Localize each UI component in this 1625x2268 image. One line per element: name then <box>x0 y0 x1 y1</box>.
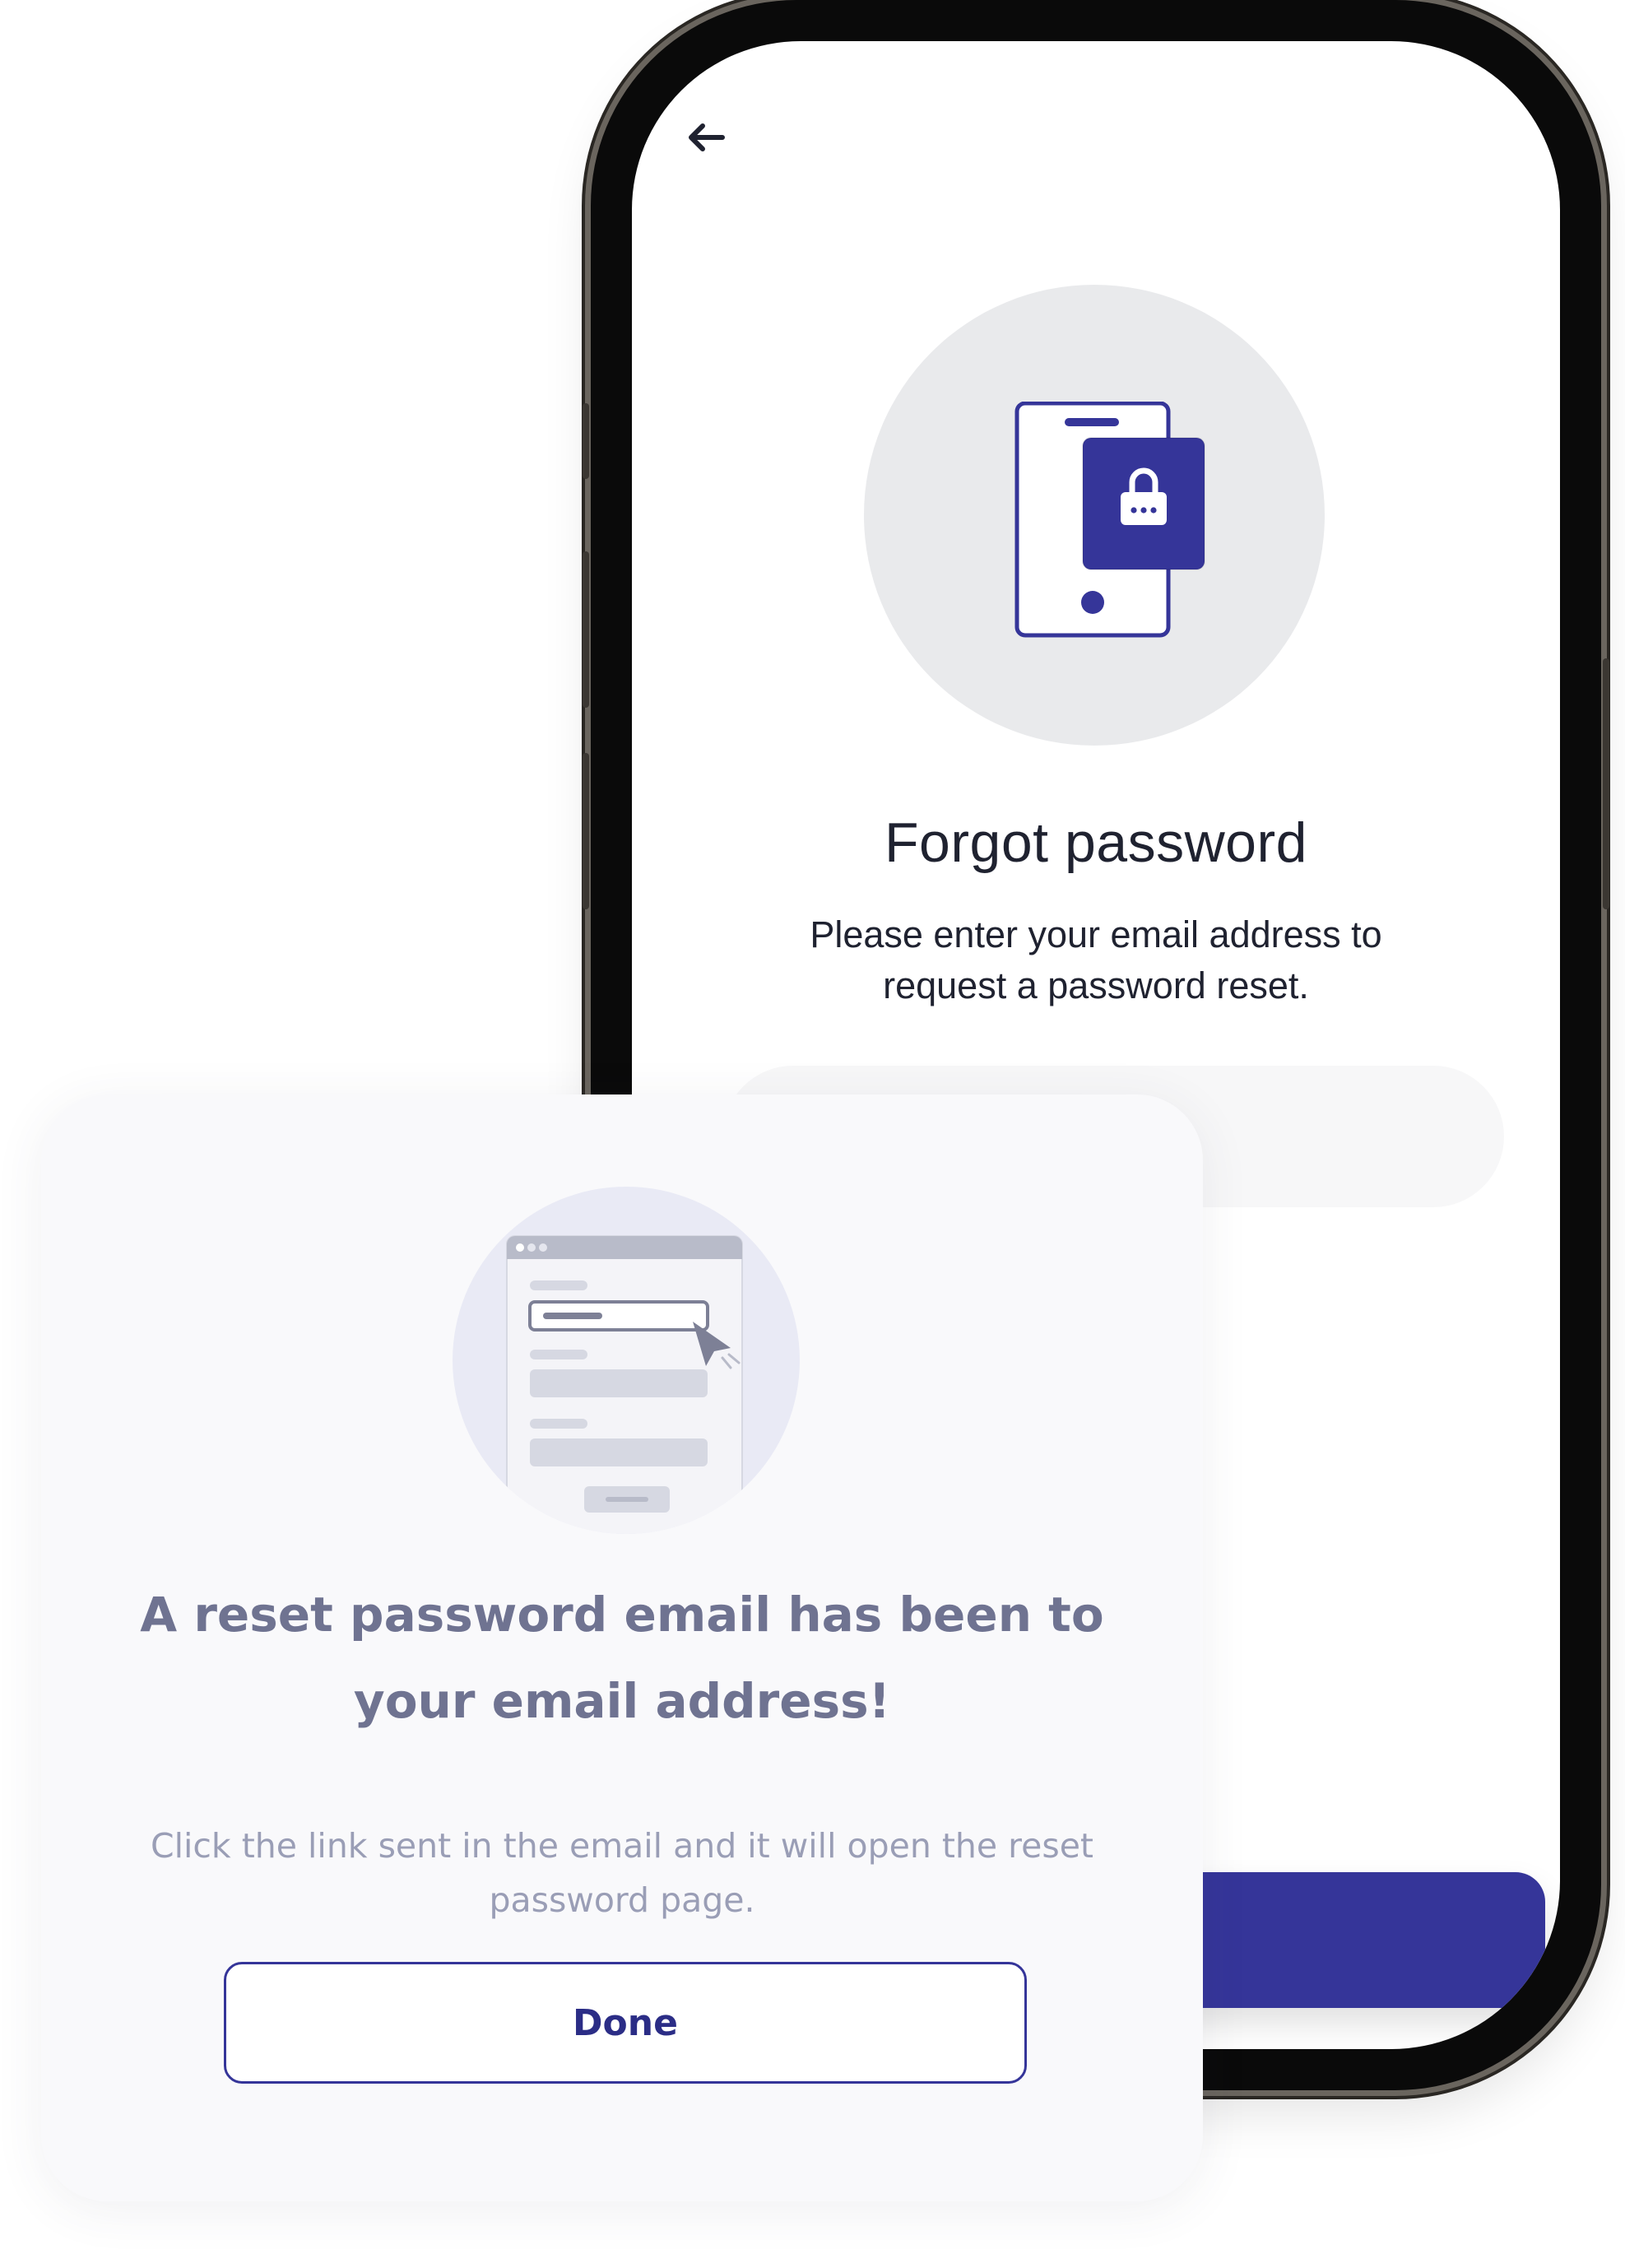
phone-lock-icon <box>1014 402 1205 638</box>
phone-volume-up-button <box>583 551 589 708</box>
page-description: Please enter your email address to reque… <box>810 913 1382 1006</box>
browser-form-cursor-icon <box>453 1187 800 1534</box>
reset-email-sent-card: A reset password email has been to your … <box>41 1094 1203 2201</box>
confirmation-title: A reset password email has been to your … <box>140 1587 1104 1729</box>
confirmation-description: Click the link sent in the email and it … <box>150 1826 1094 1920</box>
phone-volume-down-button <box>583 753 589 909</box>
done-button[interactable]: Done <box>224 1962 1027 2084</box>
phone-power-button <box>1603 658 1609 909</box>
arrow-left-icon[interactable] <box>681 117 731 158</box>
hero-illustration <box>864 285 1325 746</box>
phone-silent-switch <box>583 403 589 479</box>
page-title: Forgot password <box>884 811 1307 874</box>
